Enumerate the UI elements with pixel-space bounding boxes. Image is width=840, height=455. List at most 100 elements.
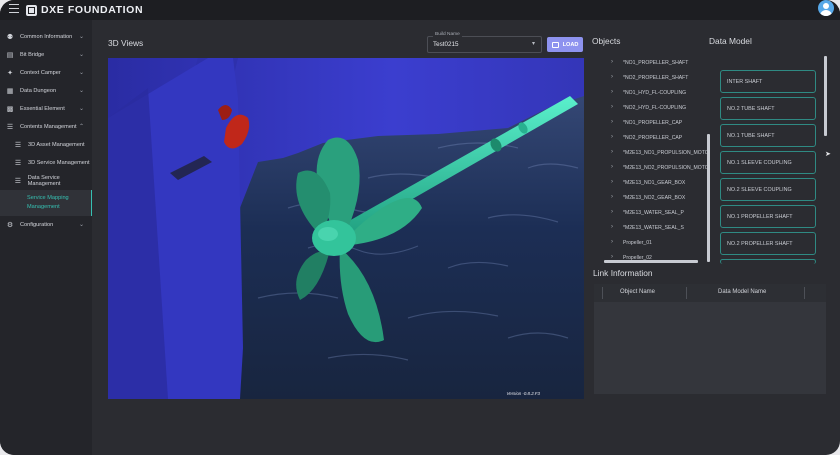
chevron-down-icon: ⌄ (78, 34, 84, 40)
chevron-down-icon: ⌄ (78, 70, 84, 76)
nav-label: 3D Service Management (28, 160, 90, 166)
col-data-model-name[interactable]: Data Model Name (718, 289, 766, 295)
tree-item[interactable]: › *NO2_PROPELLER_CAP (593, 130, 709, 145)
chevron-right-icon: › (611, 104, 613, 110)
data-model-item[interactable]: INTER SHAFT (720, 70, 816, 93)
nav-label: Context Camper (20, 70, 61, 76)
build-name-select[interactable]: Test0215 ▾ (427, 36, 542, 53)
tree-item[interactable]: › *M2E13_NO2_PROPULSION_MOTO (593, 160, 709, 175)
menu-icon[interactable] (9, 4, 19, 15)
nav-data-service-management[interactable]: ☰ Data Service Management (0, 172, 92, 190)
nav-label: Bit Bridge (20, 52, 45, 58)
chevron-down-icon: ⌄ (78, 52, 84, 58)
data-model-item[interactable]: NO.1 TUBE SHAFT (720, 124, 816, 147)
tree-item[interactable]: › Propeller_01 (593, 235, 709, 250)
objects-scrollbar-horizontal[interactable] (604, 260, 698, 263)
nav-data-dungeon[interactable]: ▦ Data Dungeon ⌄ (0, 82, 92, 100)
version-label: Version -0.8.2.F3 (506, 391, 540, 396)
nav-3d-service-management[interactable]: ☰ 3D Service Management (0, 154, 92, 172)
chevron-right-icon: › (611, 224, 613, 230)
hub-highlight (318, 227, 338, 241)
nav-label: Service Mapping Management (27, 195, 69, 210)
col-object-name[interactable]: Object Name (620, 289, 655, 295)
link-info-table: Object Name Data Model Name (594, 284, 826, 394)
brand-name: DXE FOUNDATION (41, 4, 144, 16)
app-frame: DXE FOUNDATION ⚉ Common Information ⌄ ▤ … (0, 0, 840, 455)
nav-configuration[interactable]: ⚙ Configuration ⌄ (0, 216, 92, 234)
mouse-cursor-icon: ➤ (825, 151, 831, 158)
nav-label: Contents Management (20, 124, 77, 130)
sidebar: ⚉ Common Information ⌄ ▤ Bit Bridge ⌄ ✦ … (0, 20, 92, 455)
database-icon: ▦ (6, 88, 14, 95)
brand-logo: DXE FOUNDATION (26, 2, 143, 18)
data-model-item[interactable]: NO.2 SLEEVE COUPLING (720, 178, 816, 201)
column-divider (804, 287, 805, 299)
data-model-item[interactable]: NO.2 TUBE SHAFT (720, 97, 816, 120)
tree-item[interactable]: › *M2E13_NO2_GEAR_BOX (593, 190, 709, 205)
tree-item[interactable]: › *NO1_HYD_FL-COUPLING (593, 85, 709, 100)
tree-item[interactable]: › *NO1_PROPELLER_CAP (593, 115, 709, 130)
chevron-right-icon: › (611, 149, 613, 155)
caret-down-icon: ▾ (531, 41, 535, 47)
build-name-label: Build Name (433, 32, 462, 37)
user-avatar[interactable] (818, 0, 834, 16)
nav-essential-element[interactable]: ▩ Essential Element ⌄ (0, 100, 92, 118)
chevron-down-icon: ⌄ (78, 106, 84, 112)
tree-item[interactable]: › *M2E13_NO1_GEAR_BOX (593, 175, 709, 190)
data-model-title: Data Model (709, 36, 752, 46)
document-icon: ▤ (6, 52, 14, 59)
nav-bit-bridge[interactable]: ▤ Bit Bridge ⌄ (0, 46, 92, 64)
data-model-item[interactable]: NO.1 SLEEVE COUPLING (720, 151, 816, 174)
top-bar: DXE FOUNDATION (0, 0, 840, 20)
list-icon: ☰ (14, 142, 22, 149)
logo-mark-icon (26, 4, 37, 16)
chevron-right-icon: › (611, 179, 613, 185)
chevron-right-icon: › (611, 239, 613, 245)
nav-common-information[interactable]: ⚉ Common Information ⌄ (0, 28, 92, 46)
nav-context-camper[interactable]: ✦ Context Camper ⌄ (0, 64, 92, 82)
nav-label: Common Information (20, 34, 73, 40)
chevron-down-icon: ⌄ (78, 88, 84, 94)
link-table-header: Object Name Data Model Name (594, 284, 826, 302)
data-model-item[interactable]: NO.2 PROPELLER SHAFT (720, 232, 816, 255)
list-icon: ☰ (14, 160, 22, 167)
chevron-right-icon: › (611, 74, 613, 80)
list-icon: ☰ (14, 178, 22, 185)
3d-viewport[interactable]: Version -0.8.2.F3 (108, 58, 584, 399)
tree-item[interactable]: › *NO2_HYD_FL-COUPLING (593, 100, 709, 115)
chevron-up-icon: ⌃ (78, 124, 84, 130)
tree-item[interactable]: › *NO2_PROPELLER_SHAFT (593, 70, 709, 85)
list-icon: ☰ (6, 124, 14, 131)
chevron-down-icon: ⌄ (78, 222, 84, 228)
calendar-icon (551, 41, 559, 48)
objects-title: Objects (592, 36, 621, 46)
nav-3d-asset-management[interactable]: ☰ 3D Asset Management (0, 136, 92, 154)
nav-label: Configuration (20, 222, 54, 228)
tree-item[interactable]: › *M2E13_NO1_PROPULSION_MOTO (593, 145, 709, 160)
tree-item[interactable]: › *M2E13_WATER_SEAL_P (593, 205, 709, 220)
tree-item[interactable]: › *NO1_PROPELLER_SHAFT (593, 55, 709, 70)
build-name-value: Test0215 (433, 41, 459, 48)
views-title: 3D Views (108, 38, 144, 48)
grid-icon: ▩ (6, 106, 14, 113)
load-button[interactable]: LOAD (547, 37, 583, 52)
data-model-item[interactable]: NO.1 PROPELLER SHAFT (720, 205, 816, 228)
3d-scene (108, 58, 584, 399)
nav-contents-management[interactable]: ☰ Contents Management ⌃ (0, 118, 92, 136)
objects-scrollbar-vertical[interactable] (707, 134, 710, 262)
chevron-right-icon: › (611, 209, 613, 215)
link-info-title: Link Information (593, 268, 653, 278)
column-divider (686, 287, 687, 299)
chevron-right-icon: › (611, 89, 613, 95)
nav-label: Data Dungeon (20, 88, 57, 94)
gear-icon: ⚙ (6, 222, 14, 229)
data-model-item-partial[interactable] (720, 259, 816, 264)
network-icon: ✦ (7, 70, 13, 77)
tree-item[interactable]: › *M2E13_WATER_SEAL_S (593, 220, 709, 235)
data-model-scrollbar[interactable] (824, 56, 827, 136)
nav-label: Data Service Management (27, 175, 61, 187)
load-label: LOAD (562, 41, 579, 48)
objects-tree[interactable]: › *NO1_PROPELLER_SHAFT › *NO2_PROPELLER_SH… (593, 55, 709, 263)
chevron-right-icon: › (611, 59, 613, 65)
nav-service-mapping-management[interactable]: Service Mapping Management (0, 190, 92, 216)
